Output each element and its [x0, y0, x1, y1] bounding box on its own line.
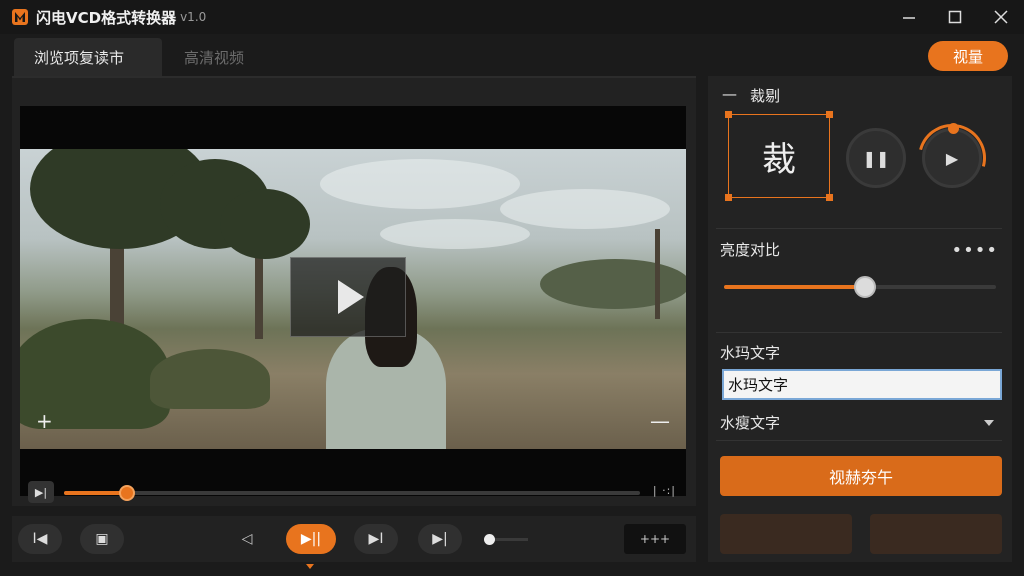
- secondary-button-left[interactable]: [720, 514, 852, 554]
- zoom-in-icon[interactable]: +: [36, 409, 53, 433]
- end-button[interactable]: ▶|: [418, 524, 462, 554]
- play-icon: ▶: [945, 148, 959, 168]
- more-options-icon[interactable]: ••••: [952, 240, 998, 261]
- tab-browse[interactable]: 浏览项复读市: [14, 38, 162, 76]
- caret-down-icon: [306, 564, 314, 569]
- crop-collapse-icon[interactable]: —: [722, 85, 737, 103]
- previous-button[interactable]: I◀: [18, 524, 62, 554]
- crop-handle[interactable]: [826, 111, 833, 118]
- maximize-button[interactable]: [932, 0, 978, 34]
- tab-bar: 浏览项复读市 高清视频: [14, 38, 1024, 76]
- title-bar: 闪电VCD格式转换器 v1.0: [0, 0, 1024, 34]
- next-button[interactable]: ▶I: [354, 524, 398, 554]
- seek-bar-row: ▶| | ·:|: [20, 478, 686, 508]
- playback-controls: I◀ ▣ ◁ ▶|| ▶I ▶| +++: [12, 516, 696, 569]
- watermark-section-title: 水玛文字: [720, 344, 781, 362]
- volume-handle[interactable]: [484, 534, 495, 545]
- extra-options-box[interactable]: +++: [624, 524, 686, 554]
- seek-bar[interactable]: [64, 485, 640, 501]
- watermark-select[interactable]: 水瘦文字: [720, 412, 780, 433]
- seek-progress: [64, 491, 128, 495]
- brightness-slider[interactable]: [724, 276, 996, 298]
- app-version: v1.0: [180, 10, 207, 24]
- zoom-out-icon[interactable]: —: [650, 409, 670, 433]
- play-pause-button[interactable]: ▶||: [286, 524, 336, 554]
- dial-handle[interactable]: [948, 123, 959, 134]
- settings-sidebar: — 裁剔 裁 ❚❚ ▶ 亮度对比 •••• 水玛文字 水瘦文字 视赫夯午: [708, 76, 1012, 562]
- watermark-text-input[interactable]: [722, 369, 1002, 400]
- minimize-icon: [903, 17, 915, 19]
- app-logo-icon: [12, 9, 28, 25]
- pause-icon: ❚❚: [862, 148, 890, 168]
- video-frame: + —: [20, 149, 686, 449]
- maximize-icon: [948, 10, 962, 24]
- crop-preview[interactable]: 裁: [725, 111, 833, 201]
- brightness-handle[interactable]: [854, 276, 877, 298]
- seek-handle[interactable]: [119, 485, 136, 501]
- rewind-button[interactable]: ◁: [232, 524, 262, 554]
- crop-handle[interactable]: [725, 111, 732, 118]
- save-button[interactable]: ▣: [80, 524, 124, 554]
- seek-end-marks: | ·:|: [652, 484, 676, 497]
- play-dial-button[interactable]: ▶: [922, 128, 982, 188]
- pause-dial-button[interactable]: ❚❚: [846, 128, 906, 188]
- crop-section-title: 裁剔: [750, 87, 781, 105]
- video-viewport[interactable]: + —: [20, 106, 686, 496]
- brightness-section-title: 亮度对比: [720, 241, 781, 259]
- brightness-fill: [724, 285, 866, 289]
- crop-handle[interactable]: [725, 194, 732, 201]
- tab-hd-video[interactable]: 高清视频: [164, 38, 284, 76]
- crop-handle[interactable]: [826, 194, 833, 201]
- play-toggle-button[interactable]: ▶|: [28, 481, 54, 503]
- close-button[interactable]: [978, 0, 1024, 34]
- secondary-button-right[interactable]: [870, 514, 1002, 554]
- play-icon: [338, 280, 364, 314]
- close-icon: [994, 10, 1008, 24]
- window-controls: [886, 0, 1024, 34]
- app-title: 闪电VCD格式转换器: [36, 8, 177, 27]
- player-panel: + — ▶| | ·:|: [12, 76, 696, 506]
- center-play-button[interactable]: [290, 257, 406, 337]
- primary-action-button[interactable]: 视赫夯午: [720, 456, 1002, 496]
- crop-glyph: 裁: [762, 139, 796, 180]
- minimize-button[interactable]: [886, 0, 932, 34]
- header-action-button[interactable]: 视量: [928, 41, 1008, 71]
- chevron-down-icon[interactable]: [984, 420, 994, 426]
